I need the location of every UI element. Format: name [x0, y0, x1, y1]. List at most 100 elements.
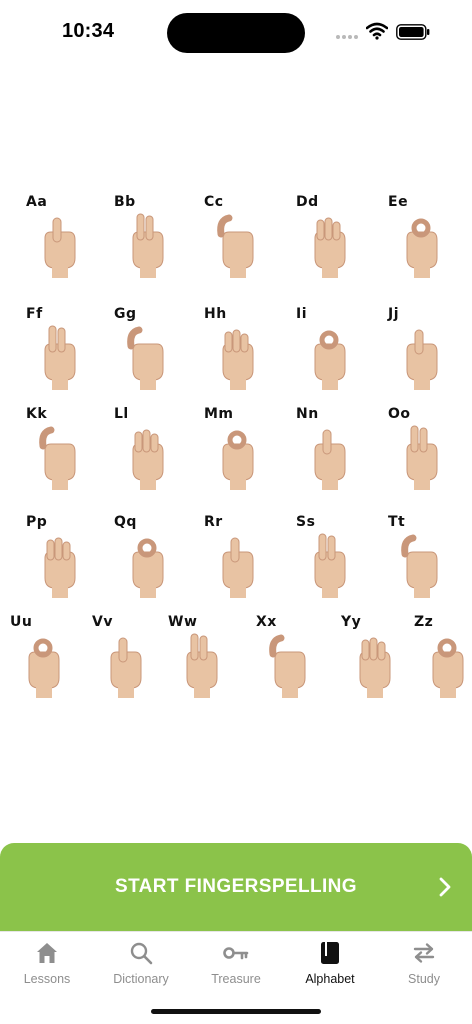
- letter-label: Nn: [296, 406, 319, 422]
- letter-label: Oo: [388, 406, 411, 422]
- letter-label: Kk: [26, 406, 48, 422]
- hand-sign-image: [122, 212, 172, 278]
- letter-cell-g: Gg: [108, 302, 198, 402]
- start-fingerspelling-label: START FINGERSPELLING: [115, 876, 357, 897]
- hand-sign-image: [396, 212, 446, 278]
- hand-sign-image: [18, 632, 68, 698]
- search-icon: [128, 940, 154, 966]
- hand-sign-image: [100, 632, 150, 698]
- letter-cell-b: Bb: [108, 190, 198, 290]
- letter-cell-e: Ee: [382, 190, 472, 290]
- home-indicator: [151, 1009, 321, 1014]
- letter-label: Ee: [388, 194, 409, 210]
- letter-cell-i: Ii: [290, 302, 380, 402]
- letter-label: Vv: [92, 614, 113, 630]
- letter-label: Pp: [26, 514, 48, 530]
- tab-label: Study: [408, 972, 440, 986]
- letter-label: Ff: [26, 306, 43, 322]
- letter-cell-w: Ww: [162, 610, 252, 710]
- letter-cell-r: Rr: [198, 510, 288, 610]
- letter-label: Mm: [204, 406, 234, 422]
- letter-cell-f: Ff: [20, 302, 110, 402]
- status-time: 10:34: [62, 20, 115, 42]
- hand-sign-image: [212, 212, 262, 278]
- hand-sign-image: [212, 532, 262, 598]
- hand-sign-image: [396, 532, 446, 598]
- tab-label: Treasure: [211, 972, 261, 986]
- tab-alphabet[interactable]: Alphabet: [285, 940, 375, 992]
- hand-sign-image: [122, 532, 172, 598]
- letter-cell-m: Mm: [198, 402, 288, 502]
- letter-label: Gg: [114, 306, 137, 322]
- letter-label: Bb: [114, 194, 136, 210]
- letter-cell-z: Zz: [408, 610, 472, 710]
- letter-cell-c: Cc: [198, 190, 288, 290]
- letter-label: Xx: [256, 614, 277, 630]
- letter-cell-o: Oo: [382, 402, 472, 502]
- hand-sign-image: [349, 632, 399, 698]
- letter-label: Ii: [296, 306, 308, 322]
- hand-sign-image: [422, 632, 472, 698]
- letter-label: Ss: [296, 514, 316, 530]
- hand-sign-image: [264, 632, 314, 698]
- cellular-signal-icon: [336, 35, 358, 39]
- letter-label: Uu: [10, 614, 33, 630]
- tab-dictionary[interactable]: Dictionary: [96, 940, 186, 992]
- hand-sign-image: [34, 324, 84, 390]
- hand-sign-image: [34, 212, 84, 278]
- hand-sign-image: [34, 532, 84, 598]
- tab-label: Dictionary: [113, 972, 169, 986]
- hand-sign-image: [212, 324, 262, 390]
- tab-label: Lessons: [23, 972, 71, 986]
- hand-sign-image: [304, 532, 354, 598]
- letter-cell-l: Ll: [108, 402, 198, 502]
- letter-cell-d: Dd: [290, 190, 380, 290]
- letter-label: Tt: [388, 514, 406, 530]
- letter-cell-u: Uu: [4, 610, 94, 710]
- letter-label: Hh: [204, 306, 227, 322]
- hand-sign-image: [212, 424, 262, 490]
- key-icon: [223, 940, 249, 966]
- letter-cell-k: Kk: [20, 402, 110, 502]
- letter-label: Cc: [204, 194, 224, 210]
- letter-cell-n: Nn: [290, 402, 380, 502]
- hand-sign-image: [304, 212, 354, 278]
- tab-treasure[interactable]: Treasure: [191, 940, 281, 992]
- hand-sign-image: [304, 424, 354, 490]
- letter-label: Rr: [204, 514, 223, 530]
- tab-label: Alphabet: [305, 972, 355, 986]
- hand-sign-image: [122, 424, 172, 490]
- letter-cell-a: Aa: [20, 190, 110, 290]
- letter-label: Zz: [414, 614, 434, 630]
- letter-cell-t: Tt: [382, 510, 472, 610]
- hand-sign-image: [396, 324, 446, 390]
- hand-sign-image: [176, 632, 226, 698]
- letter-cell-s: Ss: [290, 510, 380, 610]
- battery-icon: [396, 24, 430, 40]
- letter-label: Ww: [168, 614, 198, 630]
- hand-sign-image: [396, 424, 446, 490]
- hand-sign-image: [122, 324, 172, 390]
- dynamic-island: [167, 13, 305, 53]
- hand-sign-image: [304, 324, 354, 390]
- letter-cell-j: Jj: [382, 302, 472, 402]
- status-bar: 10:34: [0, 0, 472, 62]
- letter-cell-q: Qq: [108, 510, 198, 610]
- tab-lessons[interactable]: Lessons: [2, 940, 92, 992]
- letter-label: Jj: [388, 306, 400, 322]
- letter-cell-x: Xx: [250, 610, 340, 710]
- hand-sign-image: [34, 424, 84, 490]
- swap-icon: [411, 940, 437, 966]
- letter-label: Aa: [26, 194, 48, 210]
- letter-label: Qq: [114, 514, 137, 530]
- letter-cell-p: Pp: [20, 510, 110, 610]
- book-icon: [317, 940, 343, 966]
- chevron-right-icon: [439, 877, 451, 897]
- alphabet-chart: Aa Bb Cc Dd Ee Ff Gg Hh Ii Jj Kk Ll Mm Nn Oo Pp Qq Rr Ss Tt…: [0, 180, 472, 700]
- letter-cell-h: Hh: [198, 302, 288, 402]
- wifi-icon: [366, 22, 388, 40]
- letter-label: Ll: [114, 406, 129, 422]
- tab-study[interactable]: Study: [379, 940, 469, 992]
- letter-label: Yy: [341, 614, 362, 630]
- start-fingerspelling-button[interactable]: START FINGERSPELLING: [0, 843, 472, 931]
